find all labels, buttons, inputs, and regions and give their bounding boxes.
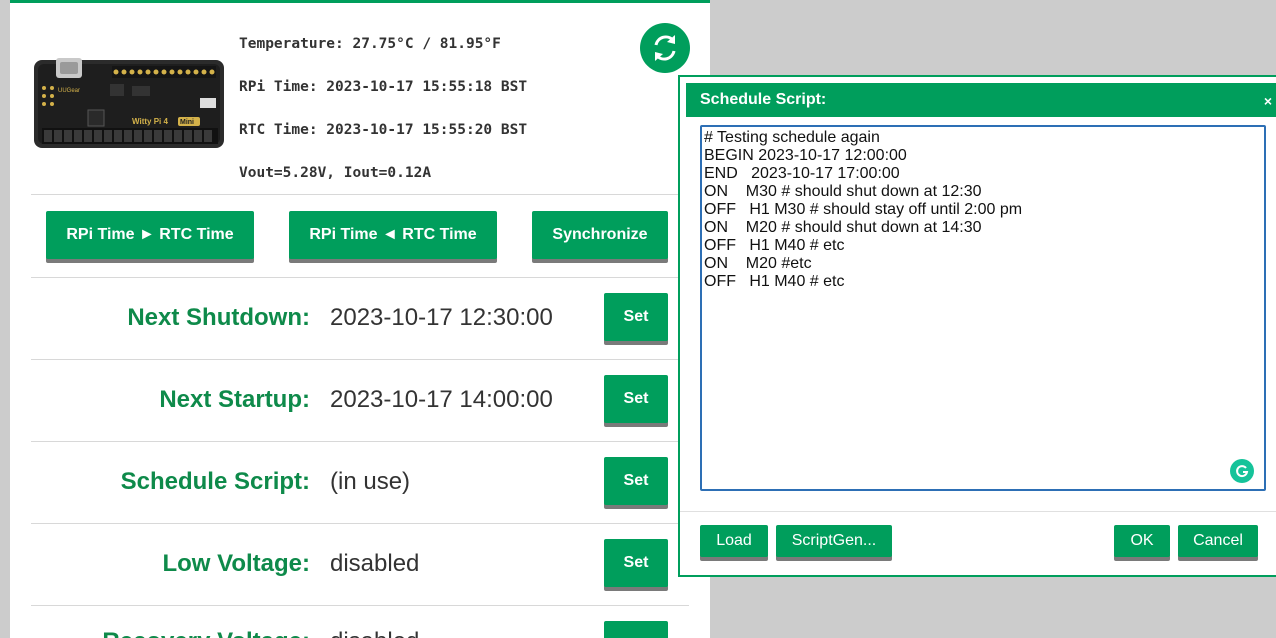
recovery-voltage-label: Recovery Voltage: <box>102 628 310 638</box>
rpi-time-readout: RPi Time: 2023-10-17 15:55:18 BST <box>239 79 528 95</box>
voltage-readout: Vout=5.28V, Iout=0.12A <box>239 165 432 181</box>
temperature-readout: Temperature: 27.75°C / 81.95°F <box>239 36 501 52</box>
rpi-to-rtc-button[interactable]: RPi Time ► RTC Time <box>46 211 254 259</box>
set-startup-button[interactable]: Set <box>604 375 668 423</box>
dialog-title: Schedule Script: <box>700 91 827 108</box>
divider <box>31 605 689 606</box>
set-shutdown-button[interactable]: Set <box>604 293 668 341</box>
next-startup-label: Next Startup: <box>159 386 310 413</box>
cancel-button[interactable]: Cancel <box>1178 525 1258 557</box>
main-panel: UUGear Witty Pi 4 Mini Temperature: 27.7… <box>10 0 710 638</box>
dialog-divider <box>680 511 1276 512</box>
set-recovery-voltage-button[interactable]: Set <box>604 621 668 638</box>
scriptgen-button[interactable]: ScriptGen... <box>776 525 892 557</box>
ok-button[interactable]: OK <box>1114 525 1170 557</box>
schedule-script-value: (in use) <box>330 468 411 495</box>
board-badge: Mini <box>180 119 194 126</box>
synchronize-button[interactable]: Synchronize <box>532 211 668 259</box>
board-model: Witty Pi 4 <box>132 117 168 126</box>
divider <box>31 359 689 360</box>
schedule-script-label: Schedule Script: <box>120 468 310 495</box>
low-voltage-label: Low Voltage: <box>162 550 310 577</box>
rtc-time-readout: RTC Time: 2023-10-17 15:55:20 BST <box>239 122 528 138</box>
divider <box>31 277 689 278</box>
divider <box>31 194 689 195</box>
next-shutdown-value: 2023-10-17 12:30:00 <box>330 304 553 331</box>
rtc-to-rpi-button[interactable]: RPi Time ◄ RTC Time <box>289 211 497 259</box>
grammarly-icon[interactable] <box>1230 459 1254 483</box>
status-block: Temperature: 27.75°C / 81.95°F RPi Time:… <box>239 34 527 206</box>
schedule-script-dialog: Schedule Script: × # Testing schedule ag… <box>678 75 1276 577</box>
set-low-voltage-button[interactable]: Set <box>604 539 668 587</box>
close-icon[interactable]: × <box>1258 83 1276 117</box>
script-textarea[interactable]: # Testing schedule again BEGIN 2023-10-1… <box>700 125 1266 491</box>
board-image: UUGear Witty Pi 4 Mini <box>32 26 228 150</box>
dialog-title-bar[interactable]: Schedule Script: × <box>686 83 1276 117</box>
divider <box>31 523 689 524</box>
refresh-icon <box>654 35 676 61</box>
set-schedule-button[interactable]: Set <box>604 457 668 505</box>
next-startup-value: 2023-10-17 14:00:00 <box>330 386 553 413</box>
recovery-voltage-value: disabled <box>330 628 419 638</box>
low-voltage-value: disabled <box>330 550 420 577</box>
refresh-button[interactable] <box>640 23 690 73</box>
grammarly-g-icon <box>1236 465 1249 478</box>
witty-pi-board-illustration: UUGear Witty Pi 4 Mini <box>32 26 228 150</box>
next-shutdown-label: Next Shutdown: <box>127 304 310 331</box>
load-button[interactable]: Load <box>700 525 768 557</box>
top-accent-bar <box>10 0 710 3</box>
board-brand: UUGear <box>58 88 80 94</box>
divider <box>31 441 689 442</box>
